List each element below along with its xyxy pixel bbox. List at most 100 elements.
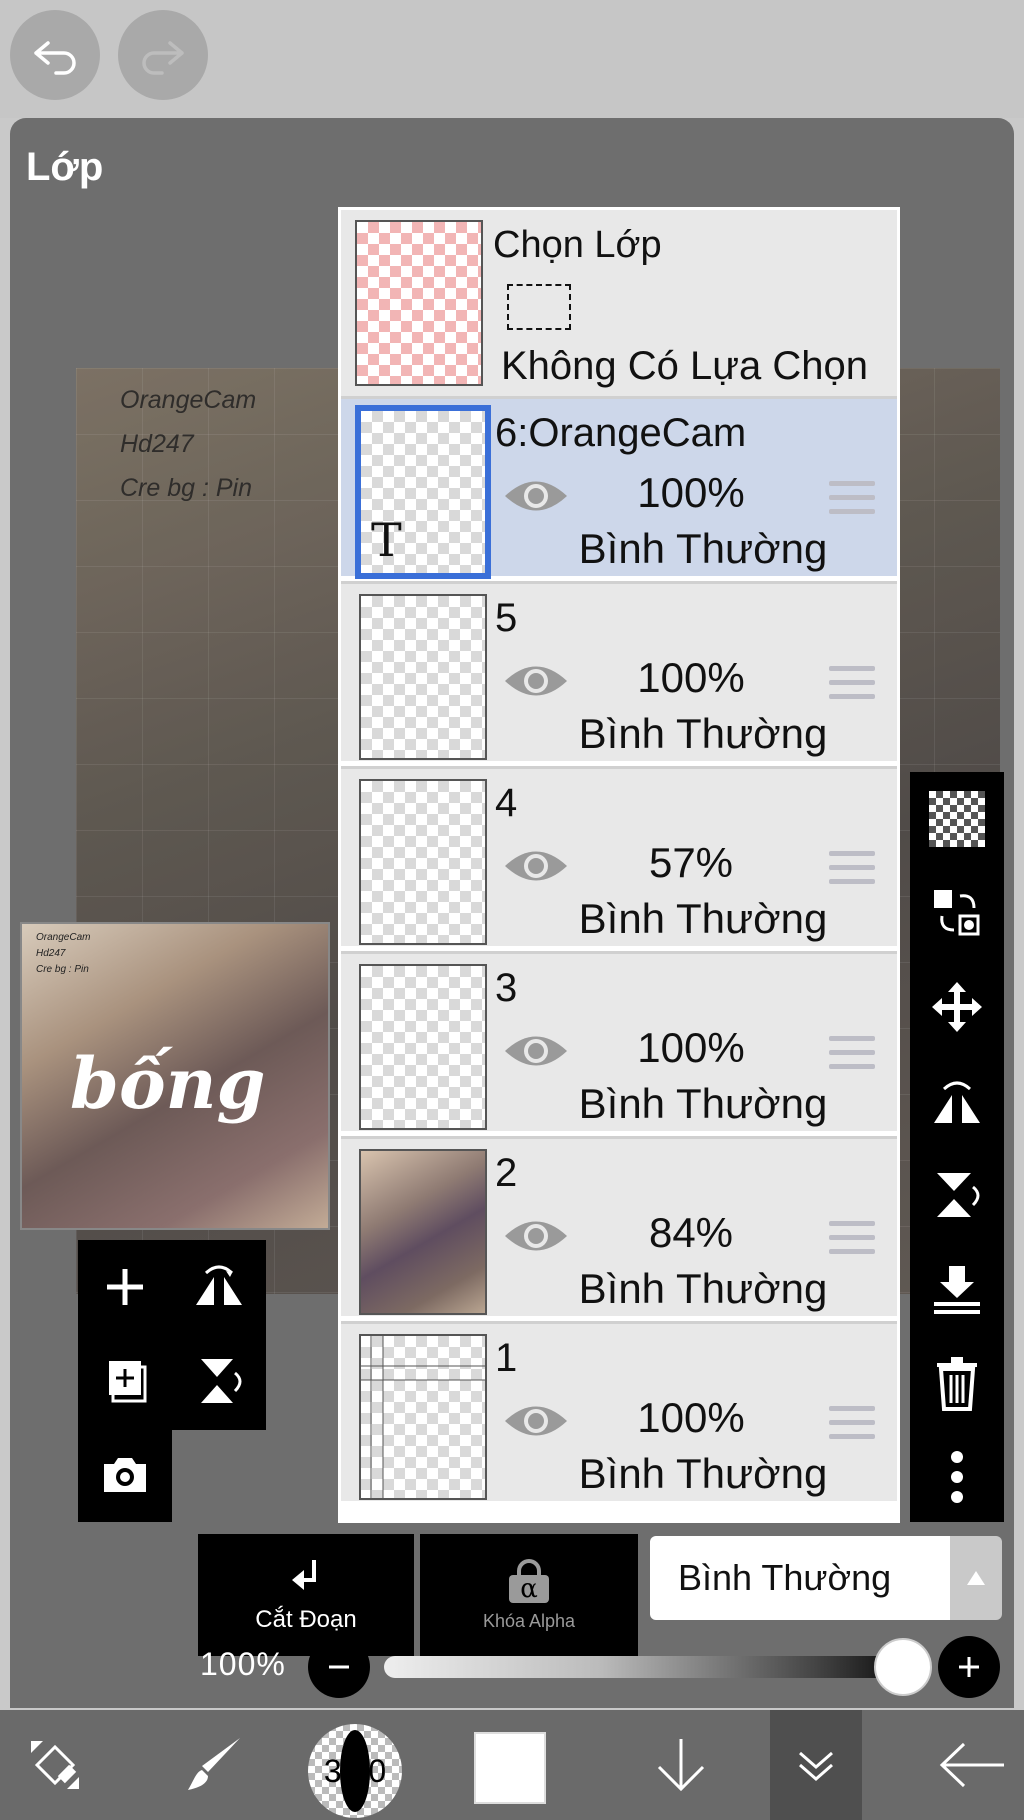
canvas-preview[interactable]: OrangeCam Hd247 Cre bg : Pin bống — [20, 922, 330, 1230]
blend-mode-value: Bình Thường — [678, 1557, 892, 1598]
move-button[interactable] — [910, 960, 1004, 1054]
triangle-up-icon — [967, 1571, 985, 1585]
drag-handle-icon[interactable] — [829, 666, 875, 708]
layer-blend-mode: Bình Thường — [578, 1450, 828, 1497]
selection-status: Không Có Lựa Chọn — [501, 344, 869, 388]
text-layer-icon: T — [371, 513, 402, 567]
flip-horizontal-icon — [196, 1265, 242, 1305]
delete-layer-button[interactable] — [910, 1336, 1004, 1430]
opacity-decrease-button[interactable] — [308, 1636, 370, 1698]
selection-thumbnail — [355, 220, 483, 386]
visibility-toggle[interactable] — [503, 1215, 569, 1262]
brush-icon — [188, 1738, 240, 1790]
camera-icon — [104, 1458, 146, 1492]
selection-title: Chọn Lớp — [493, 224, 662, 266]
visibility-toggle[interactable] — [503, 845, 569, 892]
more-options-button[interactable] — [910, 1430, 1004, 1524]
add-layer-button[interactable] — [78, 1240, 172, 1334]
clip-arrow-icon — [292, 1560, 316, 1590]
back-button[interactable] — [920, 1710, 1024, 1820]
move-icon — [932, 982, 982, 1032]
merge-down-button[interactable] — [910, 1242, 1004, 1336]
visibility-toggle[interactable] — [503, 1030, 569, 1077]
layer-row[interactable]: 1 100% Bình Thường — [341, 1321, 897, 1501]
blend-mode-dropdown-button[interactable] — [950, 1536, 1002, 1620]
layer-row[interactable]: T 6:OrangeCam 100% Bình Thường — [341, 396, 897, 579]
opacity-slider-track[interactable] — [384, 1656, 924, 1678]
checker-icon — [929, 791, 985, 847]
swap-layers-button[interactable] — [910, 866, 1004, 960]
selection-layer-row[interactable]: Chọn Lớp Không Có Lựa Chọn — [341, 210, 897, 396]
layer-row[interactable]: 2 84% Bình Thường — [341, 1136, 897, 1316]
opacity-increase-button[interactable] — [938, 1636, 1000, 1698]
alpha-lock-button[interactable]: α Khóa Alpha — [420, 1534, 638, 1656]
brush-size-button[interactable]: 30.0 — [308, 1724, 402, 1818]
visibility-toggle[interactable] — [503, 475, 569, 522]
flip-vertical-right-button[interactable] — [910, 1148, 1004, 1242]
camera-button[interactable] — [78, 1428, 172, 1522]
layer-blend-mode: Bình Thường — [578, 895, 828, 942]
layer-name: 3 — [495, 966, 518, 1010]
layer-tools-left — [78, 1240, 266, 1430]
arrow-left-icon — [939, 1742, 1004, 1788]
opacity-slider-knob[interactable] — [874, 1638, 932, 1696]
blend-mode-select[interactable]: Bình Thường — [650, 1536, 950, 1620]
layer-thumbnail: T — [355, 405, 491, 579]
clipping-button[interactable]: Cắt Đoạn — [198, 1534, 414, 1656]
layer-row[interactable]: 3 100% Bình Thường — [341, 951, 897, 1131]
flip-horizontal-icon — [934, 1081, 980, 1123]
redo-icon — [142, 41, 184, 75]
transform-icon — [31, 1741, 79, 1789]
layer-opacity: 57% — [648, 839, 734, 886]
layer-thumbnail — [359, 779, 487, 945]
layer-thumbnail — [359, 1149, 487, 1315]
transform-tool-button[interactable] — [0, 1710, 110, 1820]
layer-opacity: 100% — [637, 1394, 745, 1441]
preview-text-line: Cre bg : Pin — [36, 964, 89, 975]
grid-lines-thumbnail — [361, 1336, 485, 1498]
arrow-down-icon — [657, 1739, 705, 1792]
move-layer-down-button[interactable] — [626, 1710, 736, 1820]
brush-tool-button[interactable] — [160, 1710, 270, 1820]
undo-button[interactable] — [10, 10, 100, 100]
trash-icon — [937, 1357, 977, 1411]
layer-row[interactable]: 5 100% Bình Thường — [341, 581, 897, 761]
transparent-fill-button[interactable] — [910, 772, 1004, 866]
layer-blend-mode: Bình Thường — [578, 1080, 828, 1127]
flip-horizontal-button[interactable] — [172, 1240, 266, 1334]
layers-panel-toggle[interactable] — [770, 1710, 862, 1820]
layer-thumbnail — [359, 1334, 487, 1500]
drag-handle-icon[interactable] — [829, 1406, 875, 1448]
eye-icon — [505, 1406, 567, 1436]
layer-thumbnail — [359, 594, 487, 760]
flip-vertical-icon — [201, 1359, 242, 1403]
top-bar — [0, 0, 1024, 118]
opacity-value-label: 100% — [200, 1646, 286, 1682]
flip-vertical-button[interactable] — [172, 1334, 266, 1428]
canvas-text-line: Hd247 — [120, 430, 194, 458]
layer-tools-camera — [78, 1428, 172, 1522]
eye-icon — [505, 1221, 567, 1251]
layer-name: 5 — [495, 596, 518, 640]
drag-handle-icon[interactable] — [829, 851, 875, 893]
merge-down-icon — [934, 1266, 980, 1314]
eye-icon — [505, 1036, 567, 1066]
redo-button[interactable] — [118, 10, 208, 100]
preview-text-line: Hd247 — [36, 948, 66, 959]
layer-opacity: 100% — [637, 1024, 745, 1071]
layer-blend-mode: Bình Thường — [578, 525, 828, 572]
layer-thumbnail — [359, 964, 487, 1130]
flip-horizontal-right-button[interactable] — [910, 1054, 1004, 1148]
layer-opacity: 100% — [637, 469, 745, 516]
drag-handle-icon[interactable] — [829, 1221, 875, 1263]
color-swatch-button[interactable] — [474, 1732, 546, 1804]
visibility-toggle[interactable] — [503, 660, 569, 707]
alpha-lock-label: Khóa Alpha — [482, 1610, 576, 1631]
layer-row[interactable]: 4 57% Bình Thường — [341, 766, 897, 946]
brush-size-value: 30.0 — [323, 1752, 387, 1789]
drag-handle-icon[interactable] — [829, 481, 875, 523]
minus-icon — [329, 1665, 349, 1669]
add-layer-copy-button[interactable] — [78, 1334, 172, 1428]
visibility-toggle[interactable] — [503, 1400, 569, 1447]
drag-handle-icon[interactable] — [829, 1036, 875, 1078]
